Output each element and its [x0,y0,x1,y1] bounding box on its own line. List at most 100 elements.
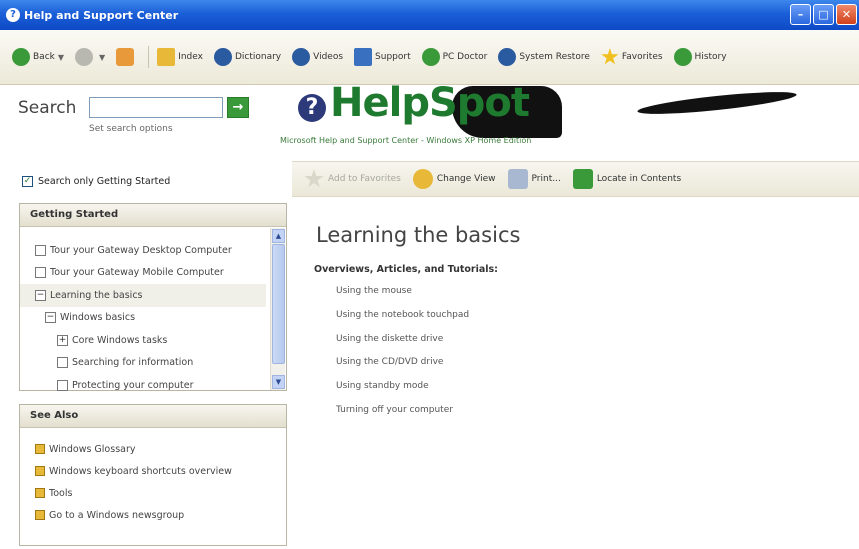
dictionary-button[interactable]: Dictionary [213,48,281,66]
checkbox-checked-icon[interactable]: ✓ [22,176,33,187]
print-label: Print... [531,174,561,184]
locate-contents-icon [572,169,593,189]
topic-link[interactable]: Using the mouse [336,286,469,310]
system-restore-button[interactable]: System Restore [498,48,590,66]
tree-item-label: Core Windows tasks [72,334,168,346]
index-button[interactable]: Index [157,48,203,66]
list-item[interactable]: Go to a Windows newsgroup [35,504,286,526]
book-icon [35,510,45,520]
videos-icon [292,48,311,66]
minimize-button[interactable]: – [790,4,811,25]
topic-link[interactable]: Using the diskette drive [336,334,469,358]
forward-button[interactable]: ▼ [75,48,105,66]
brand-logo: HelpSpot [330,80,530,126]
scroll-thumb[interactable] [272,244,285,364]
history-icon [673,48,692,66]
tree-item[interactable]: − Windows basics [20,307,286,330]
collapse-icon[interactable]: − [35,289,46,301]
brand-subtitle: Microsoft Help and Support Center - Wind… [280,136,532,145]
collapse-icon[interactable]: − [45,312,56,324]
getting-started-header: Getting Started [20,204,286,227]
system-restore-icon [498,48,517,66]
scroll-down-icon[interactable]: ▼ [272,375,285,389]
list-item[interactable]: Tools [35,482,286,504]
pc-doctor-button[interactable]: PC Doctor [421,48,487,66]
home-button[interactable] [116,48,137,66]
maximize-button[interactable]: □ [813,4,834,25]
see-also-header: See Also [20,405,286,428]
toolbar-separator [148,46,150,68]
history-button[interactable]: History [673,48,727,66]
history-label: History [694,52,727,62]
support-icon [354,48,373,66]
topic-link[interactable]: Using the CD/DVD drive [336,357,469,381]
page-title: Learning the basics [316,223,521,247]
change-view-icon [412,169,433,189]
list-item-label: Windows keyboard shortcuts overview [49,465,232,477]
print-button[interactable]: Print... [507,169,561,189]
search-only-checkbox[interactable]: ✓ Search only Getting Started [22,176,170,187]
scroll-up-icon[interactable]: ▲ [272,229,285,243]
getting-started-tree: Tour your Gateway Desktop Computer Tour … [20,227,286,397]
search-options-link[interactable]: Set search options [89,124,173,134]
tree-item[interactable]: Protecting your computer [20,374,286,397]
pc-doctor-icon [421,48,440,66]
search-go-button[interactable]: → [227,97,249,118]
tree-item-label: Tour your Gateway Mobile Computer [50,267,224,279]
tree-item[interactable]: Tour your Gateway Desktop Computer [20,239,286,262]
locate-in-contents-label: Locate in Contents [596,174,682,184]
list-item-label: Go to a Windows newsgroup [49,509,185,521]
content-area: Learning the basics Overviews, Articles,… [292,197,859,549]
brand-swoosh-graphic [636,87,798,119]
printer-icon [507,169,528,189]
window-title: Help and Support Center [24,8,179,22]
see-also-panel: See Also Windows Glossary Windows keyboa… [19,404,287,546]
book-icon [35,488,45,498]
add-to-favorites-label: Add to Favorites [328,174,401,184]
home-icon [116,48,135,66]
topic-page-icon [35,244,46,256]
book-icon [35,444,45,454]
favorites-star-icon [601,48,619,65]
back-arrow-icon [12,48,30,66]
topic-link[interactable]: Turning off your computer [336,405,469,429]
support-button[interactable]: Support [354,48,411,66]
list-item[interactable]: Windows Glossary [35,438,286,460]
tree-item-label: Windows basics [60,312,136,324]
index-label: Index [178,52,203,62]
tree-item[interactable]: + Core Windows tasks [20,329,286,352]
system-restore-label: System Restore [519,52,590,62]
list-item-label: Windows Glossary [49,443,136,455]
expand-icon[interactable]: + [57,334,68,346]
favorites-button[interactable]: Favorites [601,48,663,66]
content-action-bar: Add to Favorites Change View Print... Lo… [292,161,859,197]
tree-item-label: Searching for information [72,357,194,369]
videos-button[interactable]: Videos [292,48,343,66]
getting-started-panel: Getting Started Tour your Gateway Deskto… [19,203,287,391]
back-button[interactable]: Back ▼ [12,48,64,66]
topic-page-icon [57,379,68,391]
topic-link[interactable]: Using standby mode [336,381,469,405]
window-controls: – □ ✕ [790,4,857,25]
topic-link[interactable]: Using the notebook touchpad [336,310,469,334]
add-to-favorites-button[interactable]: Add to Favorites [304,169,401,189]
tree-scrollbar[interactable]: ▲ ▼ [270,228,285,390]
see-also-list: Windows Glossary Windows keyboard shortc… [20,428,286,526]
close-button[interactable]: ✕ [836,4,857,25]
back-label: Back [33,52,55,62]
chevron-down-icon[interactable]: ▼ [99,53,105,62]
left-pane: Search → Set search options ✓ Search onl… [0,86,292,549]
tree-item[interactable]: Searching for information [20,352,286,375]
tree-item[interactable]: − Learning the basics [20,284,266,307]
help-question-icon: ? [298,94,326,122]
support-label: Support [375,52,411,62]
locate-in-contents-button[interactable]: Locate in Contents [572,169,682,189]
tree-item[interactable]: Tour your Gateway Mobile Computer [20,262,286,285]
dictionary-icon [213,48,232,66]
search-input[interactable] [89,97,223,118]
list-item[interactable]: Windows keyboard shortcuts overview [35,460,286,482]
favorites-star-icon [304,169,324,188]
change-view-button[interactable]: Change View [412,169,496,189]
favorites-label: Favorites [621,52,663,62]
chevron-down-icon[interactable]: ▼ [58,53,64,62]
